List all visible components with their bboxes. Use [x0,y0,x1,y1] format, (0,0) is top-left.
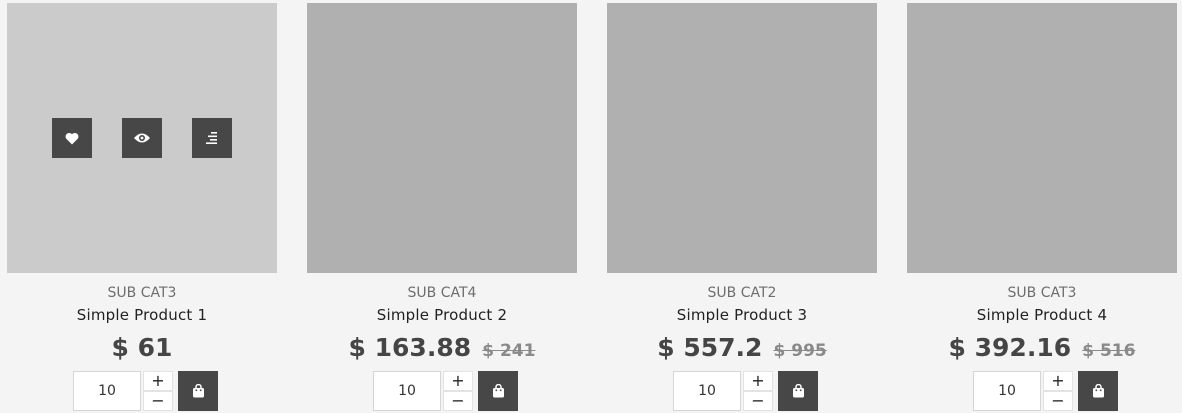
product-name[interactable]: Simple Product 4 [907,305,1177,325]
shopping-bag-icon [492,384,504,398]
add-to-cart-row: + − [307,371,577,413]
quantity-decrease-button[interactable]: − [743,391,773,411]
product-price: $ 61 [111,333,173,362]
add-to-cart-button[interactable] [778,371,818,411]
quick-actions [52,118,232,158]
quantity-increase-button[interactable]: + [443,371,473,391]
wishlist-button[interactable] [52,118,92,158]
add-to-cart-button[interactable] [178,371,218,411]
add-to-cart-row: + − [607,371,877,413]
add-to-cart-button[interactable] [1078,371,1118,411]
quantity-increase-button[interactable]: + [743,371,773,391]
add-to-cart-button[interactable] [478,371,518,411]
shopping-bag-icon [192,384,204,398]
product-name[interactable]: Simple Product 1 [7,305,277,325]
price-row: $ 61 [7,332,277,364]
shopping-bag-icon [792,384,804,398]
product-price: $ 557.2 [657,333,763,362]
list-icon [206,132,217,144]
product-category: SUB CAT4 [407,285,477,301]
quantity-input[interactable] [673,371,741,411]
quantity-increase-button[interactable]: + [1043,371,1073,391]
product-category: SUB CAT2 [707,285,777,301]
eye-icon [134,133,150,143]
quantity-input[interactable] [973,371,1041,411]
product-image[interactable] [7,3,277,273]
quantity-input[interactable] [73,371,141,411]
product-card: SUB CAT4 Simple Product 2 $ 163.88 $ 241… [307,3,577,413]
product-category: SUB CAT3 [107,285,177,301]
price-row: $ 392.16 $ 516 [907,332,1177,364]
heart-icon [65,132,79,144]
product-name[interactable]: Simple Product 2 [307,305,577,325]
quantity-input[interactable] [373,371,441,411]
add-to-cart-row: + − [907,371,1177,413]
shopping-bag-icon [1092,384,1104,398]
quick-view-button[interactable] [122,118,162,158]
compare-button[interactable] [192,118,232,158]
product-category: SUB CAT3 [1007,285,1077,301]
product-old-price: $ 995 [773,341,827,361]
product-price: $ 392.16 [948,333,1072,362]
product-name[interactable]: Simple Product 3 [607,305,877,325]
product-grid: SUB CAT3 Simple Product 1 $ 61 + − SUB C… [0,0,1182,411]
quantity-increase-button[interactable]: + [143,371,173,391]
product-image[interactable] [607,3,877,273]
quantity-decrease-button[interactable]: − [443,391,473,411]
product-card: SUB CAT3 Simple Product 1 $ 61 + − [7,3,277,413]
quantity-decrease-button[interactable]: − [143,391,173,411]
price-row: $ 557.2 $ 995 [607,332,877,364]
product-image[interactable] [307,3,577,273]
quantity-decrease-button[interactable]: − [1043,391,1073,411]
product-old-price: $ 516 [1082,341,1136,361]
product-image[interactable] [907,3,1177,273]
product-card: SUB CAT3 Simple Product 4 $ 392.16 $ 516… [907,3,1177,413]
product-old-price: $ 241 [482,341,536,361]
price-row: $ 163.88 $ 241 [307,332,577,364]
product-card: SUB CAT2 Simple Product 3 $ 557.2 $ 995 … [607,3,877,413]
product-price: $ 163.88 [348,333,472,362]
add-to-cart-row: + − [7,371,277,413]
